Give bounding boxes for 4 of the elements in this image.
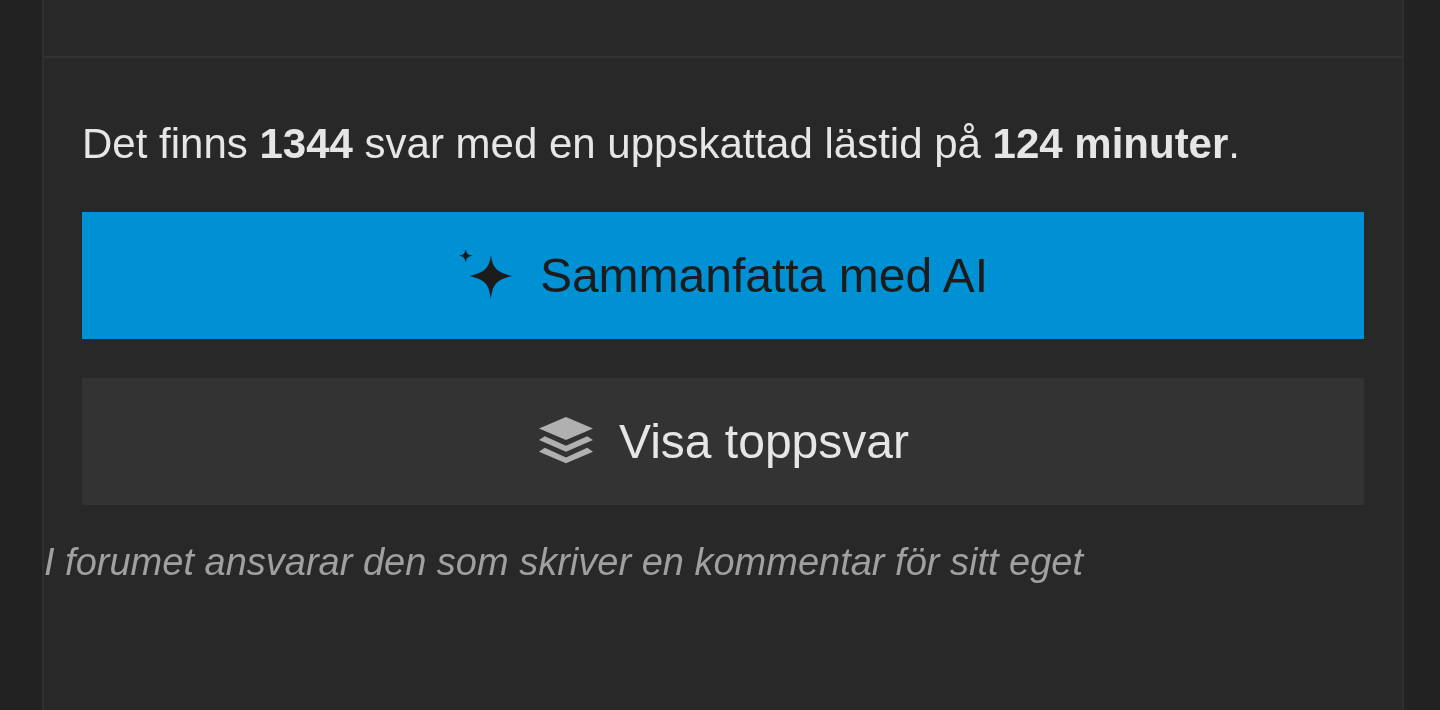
summary-text: Det finns 1344 svar med en uppskattad lästid på 124 minuter.	[82, 119, 1241, 169]
summarize-button[interactable]: Sammanfatta med AI	[82, 212, 1364, 339]
disclaimer-text: I forumet ansvarar den som skriver en kommentar för sitt eget	[44, 541, 1086, 584]
top-answers-button[interactable]: Visa toppsvar	[82, 378, 1364, 505]
